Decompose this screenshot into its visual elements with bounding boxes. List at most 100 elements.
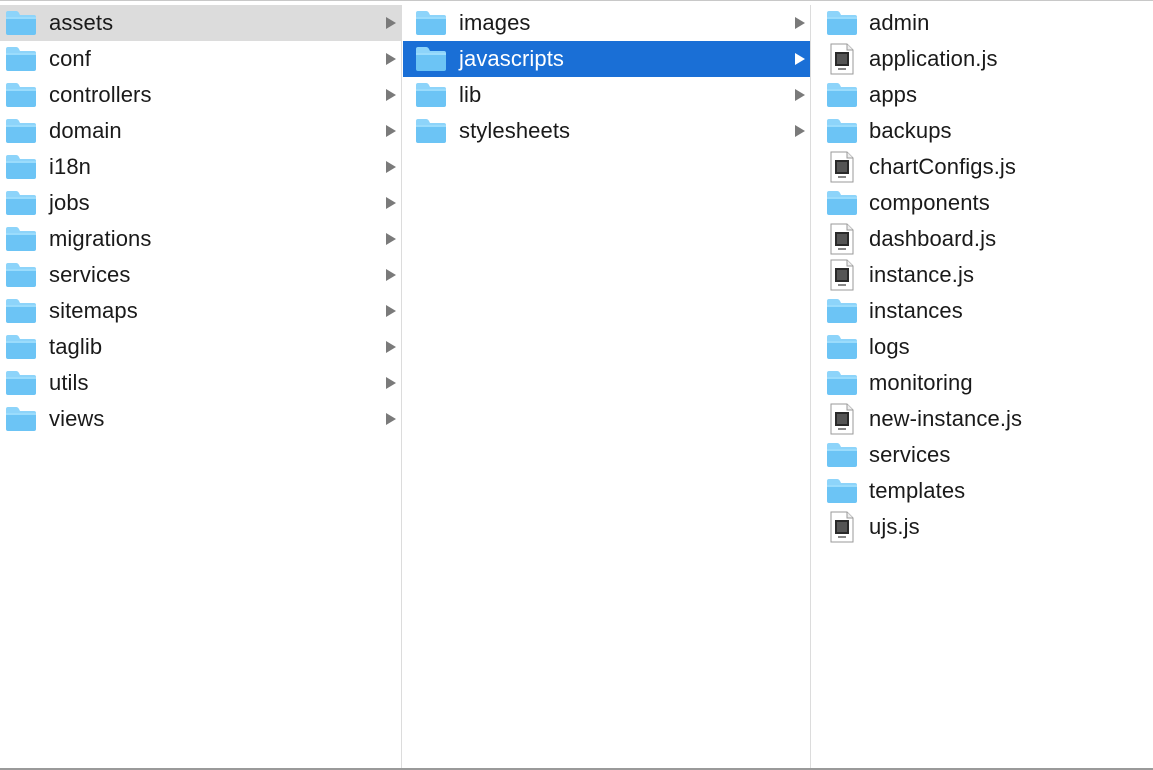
- item-label: views: [49, 406, 105, 431]
- folder-item-controllers[interactable]: controllers: [0, 77, 401, 113]
- folder-item-components[interactable]: components: [812, 185, 1153, 221]
- folder-item-domain[interactable]: domain: [0, 113, 401, 149]
- folder-icon: [5, 369, 37, 397]
- item-label: instance.js: [869, 262, 975, 287]
- folder-item-jobs[interactable]: jobs: [0, 185, 401, 221]
- disclosure-arrow-icon: [386, 305, 396, 317]
- item-label: taglib: [49, 334, 103, 359]
- folder-item-taglib[interactable]: taglib: [0, 329, 401, 365]
- js-file-icon: [826, 223, 858, 255]
- item-label: javascripts: [459, 46, 565, 71]
- item-label: domain: [49, 118, 122, 143]
- folder-item-i18n[interactable]: i18n: [0, 149, 401, 185]
- column-browser: assets conf controllers domain i18n jobs migra…: [0, 0, 1153, 770]
- item-label: images: [459, 10, 531, 35]
- folder-item-images[interactable]: images: [403, 5, 810, 41]
- folder-item-services[interactable]: services: [812, 437, 1153, 473]
- disclosure-arrow-icon: [386, 233, 396, 245]
- folder-item-logs[interactable]: logs: [812, 329, 1153, 365]
- item-label: conf: [49, 46, 91, 71]
- folder-icon: [826, 117, 858, 145]
- folder-icon: [826, 81, 858, 109]
- item-label: logs: [869, 334, 910, 359]
- disclosure-arrow-icon: [386, 89, 396, 101]
- item-label: i18n: [49, 154, 91, 179]
- folder-item-stylesheets[interactable]: stylesheets: [403, 113, 810, 149]
- disclosure-arrow-icon: [795, 89, 805, 101]
- item-label: assets: [49, 10, 114, 35]
- file-item-application-js[interactable]: application.js: [812, 41, 1153, 77]
- item-label: instances: [869, 298, 963, 323]
- item-label: chartConfigs.js: [869, 154, 1017, 179]
- folder-item-sitemaps[interactable]: sitemaps: [0, 293, 401, 329]
- folder-item-lib[interactable]: lib: [403, 77, 810, 113]
- disclosure-arrow-icon: [795, 125, 805, 137]
- folder-icon: [5, 81, 37, 109]
- js-file-icon: [826, 511, 858, 543]
- disclosure-arrow-icon: [386, 17, 396, 29]
- folder-icon: [826, 477, 858, 505]
- file-item-instance-js[interactable]: instance.js: [812, 257, 1153, 293]
- folder-item-migrations[interactable]: migrations: [0, 221, 401, 257]
- folder-item-templates[interactable]: templates: [812, 473, 1153, 509]
- js-file-icon: [826, 403, 858, 435]
- folder-icon: [5, 333, 37, 361]
- folder-icon: [826, 189, 858, 217]
- column-2[interactable]: images javascripts lib stylesheets: [403, 5, 811, 768]
- file-item-new-instance-js[interactable]: new-instance.js: [812, 401, 1153, 437]
- disclosure-arrow-icon: [795, 53, 805, 65]
- folder-icon: [5, 153, 37, 181]
- disclosure-arrow-icon: [795, 17, 805, 29]
- folder-icon: [415, 9, 447, 37]
- folder-item-assets[interactable]: assets: [0, 5, 401, 41]
- item-label: new-instance.js: [869, 406, 1023, 431]
- folder-item-backups[interactable]: backups: [812, 113, 1153, 149]
- item-label: sitemaps: [49, 298, 138, 323]
- folder-item-apps[interactable]: apps: [812, 77, 1153, 113]
- file-item-ujs-js[interactable]: ujs.js: [812, 509, 1153, 545]
- folder-item-monitoring[interactable]: monitoring: [812, 365, 1153, 401]
- folder-item-views[interactable]: views: [0, 401, 401, 437]
- item-label: services: [869, 442, 951, 467]
- disclosure-arrow-icon: [386, 161, 396, 173]
- folder-item-instances[interactable]: instances: [812, 293, 1153, 329]
- folder-icon: [5, 9, 37, 37]
- item-label: jobs: [49, 190, 90, 215]
- file-item-chartconfigs-js[interactable]: chartConfigs.js: [812, 149, 1153, 185]
- item-label: templates: [869, 478, 966, 503]
- column-1[interactable]: assets conf controllers domain i18n jobs migra…: [0, 5, 402, 768]
- item-label: apps: [869, 82, 918, 107]
- item-label: ujs.js: [869, 514, 920, 539]
- disclosure-arrow-icon: [386, 125, 396, 137]
- folder-icon: [5, 189, 37, 217]
- disclosure-arrow-icon: [386, 269, 396, 281]
- column-3[interactable]: admin application.js apps backups chartConfi…: [812, 5, 1153, 768]
- item-label: services: [49, 262, 131, 287]
- folder-icon: [5, 117, 37, 145]
- disclosure-arrow-icon: [386, 197, 396, 209]
- item-label: lib: [459, 82, 482, 107]
- folder-icon: [5, 45, 37, 73]
- js-file-icon: [826, 151, 858, 183]
- item-label: stylesheets: [459, 118, 571, 143]
- folder-item-utils[interactable]: utils: [0, 365, 401, 401]
- folder-icon: [826, 369, 858, 397]
- folder-item-conf[interactable]: conf: [0, 41, 401, 77]
- item-label: dashboard.js: [869, 226, 997, 251]
- js-file-icon: [826, 259, 858, 291]
- disclosure-arrow-icon: [386, 53, 396, 65]
- folder-icon: [5, 405, 37, 433]
- item-label: controllers: [49, 82, 152, 107]
- folder-icon: [5, 297, 37, 325]
- folder-icon: [5, 225, 37, 253]
- folder-icon: [5, 261, 37, 289]
- item-label: application.js: [869, 46, 998, 71]
- folder-item-services[interactable]: services: [0, 257, 401, 293]
- item-label: monitoring: [869, 370, 973, 395]
- file-item-dashboard-js[interactable]: dashboard.js: [812, 221, 1153, 257]
- item-label: admin: [869, 10, 930, 35]
- item-label: utils: [49, 370, 89, 395]
- folder-item-javascripts[interactable]: javascripts: [403, 41, 810, 77]
- folder-icon: [415, 81, 447, 109]
- folder-item-admin[interactable]: admin: [812, 5, 1153, 41]
